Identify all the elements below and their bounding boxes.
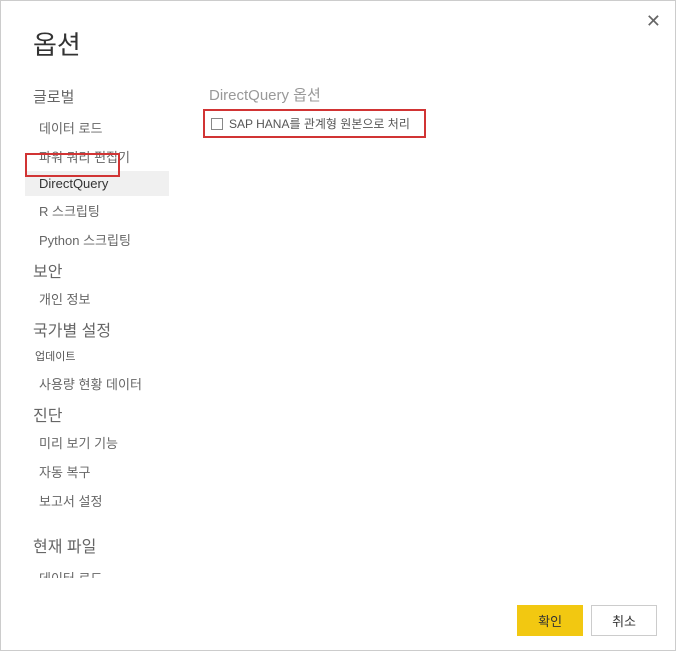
content-area: 글로벌 데이터 로드 파워 쿼리 편집기 DirectQuery R 스크립팅 …	[25, 80, 675, 578]
main-section-title: DirectQuery 옵션	[203, 84, 675, 105]
button-bar: 확인 취소	[517, 605, 657, 636]
dialog-title: 옵션	[1, 1, 675, 80]
checkbox-icon[interactable]	[211, 118, 223, 130]
sidebar-sub-security[interactable]: 보안	[25, 254, 169, 284]
sidebar-item-usage[interactable]: 사용량 현황 데이터	[25, 369, 169, 398]
sidebar-item-data-load[interactable]: 데이터 로드	[25, 113, 169, 142]
sidebar-item-report-settings[interactable]: 보고서 설정	[25, 486, 169, 515]
sidebar-sub-regional[interactable]: 국가별 설정	[25, 313, 169, 343]
sidebar-item-update[interactable]: 업데이트	[25, 343, 169, 369]
ok-button[interactable]: 확인	[517, 605, 583, 636]
checkbox-label: SAP HANA를 관계형 원본으로 처리	[229, 115, 410, 132]
sidebar-section-global: 글로벌	[25, 80, 169, 113]
sidebar-item-directquery[interactable]: DirectQuery	[25, 171, 169, 196]
sidebar-item-data-load-2[interactable]: 데이터 로드	[25, 563, 169, 578]
sidebar-item-r-scripting[interactable]: R 스크립팅	[25, 196, 169, 225]
sidebar-item-autorecovery[interactable]: 자동 복구	[25, 457, 169, 486]
sidebar-item-privacy[interactable]: 개인 정보	[25, 284, 169, 313]
cancel-button[interactable]: 취소	[591, 605, 657, 636]
sidebar-section-current-file: 현재 파일	[25, 527, 169, 563]
sidebar[interactable]: 글로벌 데이터 로드 파워 쿼리 편집기 DirectQuery R 스크립팅 …	[25, 80, 169, 578]
sidebar-item-python-scripting[interactable]: Python 스크립팅	[25, 225, 169, 254]
sidebar-item-power-query[interactable]: 파워 쿼리 편집기	[25, 142, 169, 171]
sidebar-item-preview[interactable]: 미리 보기 기능	[25, 428, 169, 457]
sidebar-sub-diagnostics[interactable]: 진단	[25, 398, 169, 428]
main-panel: DirectQuery 옵션 SAP HANA를 관계형 원본으로 처리	[169, 80, 675, 578]
close-icon[interactable]: ✕	[646, 11, 661, 32]
checkbox-row-sap-hana[interactable]: SAP HANA를 관계형 원본으로 처리	[203, 109, 426, 138]
